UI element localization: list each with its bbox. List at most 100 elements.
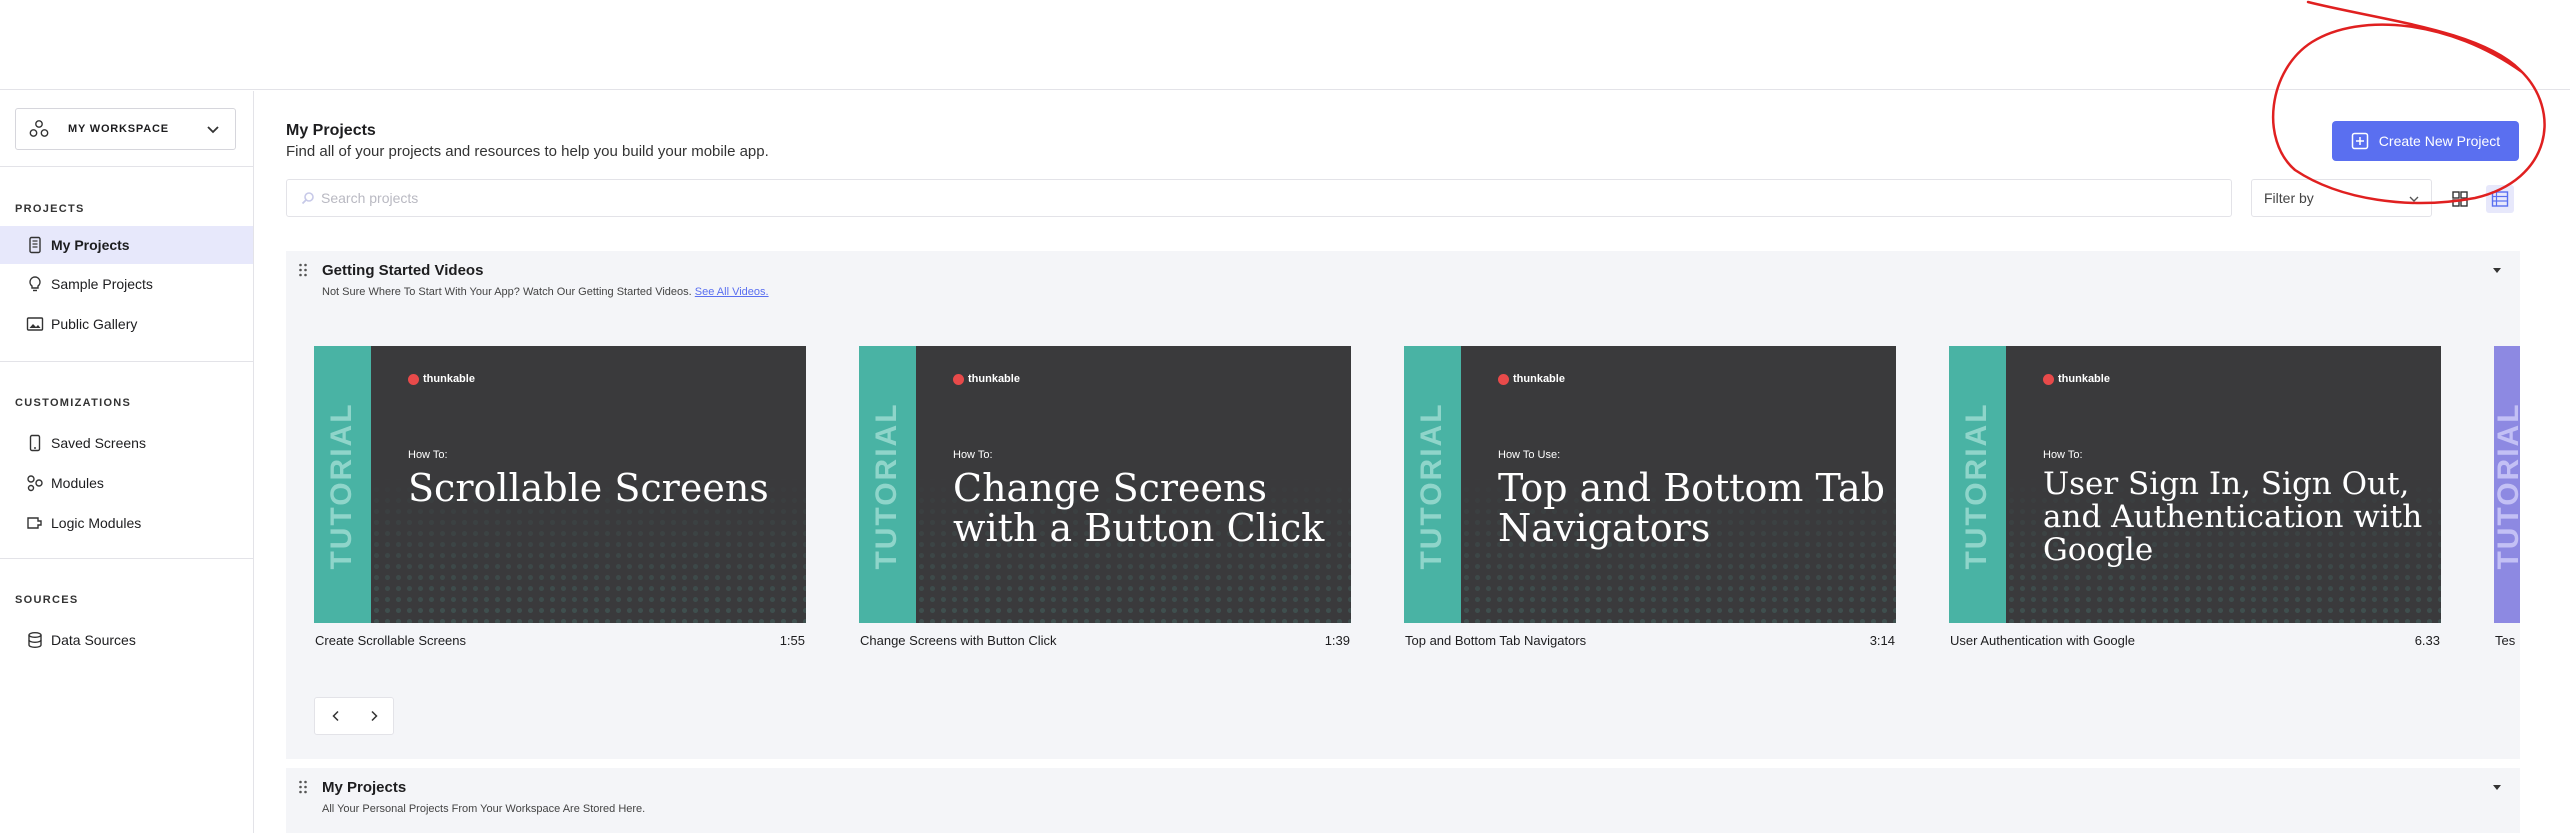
video-duration: 1:39 [1324,633,1350,648]
drag-handle-icon[interactable] [298,263,308,277]
sidebar-divider [0,558,254,559]
sidebar-item-label: Saved Screens [51,435,146,451]
section-subtitle-text: Not Sure Where To Start With Your App? W… [322,286,692,298]
video-thumbnail[interactable]: TUTORIAL [2494,346,2520,623]
video-duration: 3:14 [1869,633,1895,648]
workspace-selector[interactable]: MY WORKSPACE [15,108,236,150]
workspace-label: MY WORKSPACE [68,123,169,135]
video-kicker: How To: [408,449,448,461]
section-title: Getting Started Videos [322,262,484,279]
grid-view-button[interactable] [2446,185,2474,213]
next-button[interactable] [365,707,383,725]
section-subtitle: All Your Personal Projects From Your Wor… [322,803,646,815]
modules-icon [27,475,43,492]
video-card[interactable]: TUTORIAL thunkable How To: Change Screen… [859,346,1351,648]
tutorial-band: TUTORIAL [859,346,916,623]
drag-handle-icon[interactable] [298,780,308,794]
filter-dropdown[interactable]: Filter by [2251,179,2432,217]
video-thumbnail[interactable]: TUTORIAL thunkable How To: Change Screen… [859,346,1351,623]
search-bar[interactable] [286,179,2232,217]
video-thumbnail[interactable]: TUTORIAL thunkable How To: User Sign In,… [1949,346,2441,623]
main-content: My Projects Find all of your projects an… [255,91,2570,833]
top-bar [0,0,2570,90]
video-card[interactable]: TUTORIAL Tes [2494,346,2520,648]
page-title: My Projects [286,122,376,139]
sidebar-item-sample-projects[interactable]: Sample Projects [0,265,253,303]
chevron-down-icon [2409,196,2419,202]
workspace-icon [29,120,49,137]
video-duration: 1:55 [779,633,805,648]
sidebar-item-public-gallery[interactable]: Public Gallery [0,305,253,343]
lightbulb-icon [29,276,41,292]
video-title[interactable]: Top and Bottom Tab Navigators [1405,633,1586,648]
sidebar-item-my-projects[interactable]: My Projects [0,226,253,264]
sidebar-divider [0,166,254,167]
video-title[interactable]: User Authentication with Google [1950,633,2135,648]
page-subtitle: Find all of your projects and resources … [286,143,769,160]
video-card[interactable]: TUTORIAL thunkable How To: User Sign In,… [1949,346,2441,648]
video-kicker: How To: [2043,449,2083,461]
video-headline: Change Screens with a Button Click [953,466,1325,550]
list-view-button[interactable] [2486,185,2514,213]
video-thumbnail[interactable]: TUTORIAL thunkable How To: Scrollable Sc… [314,346,806,623]
sidebar: MY WORKSPACE PROJECTS My Projects Sample… [0,91,254,833]
video-title[interactable]: Change Screens with Button Click [860,633,1057,648]
video-headline: Top and Bottom Tab Navigators [1498,466,1885,550]
video-headline: Scrollable Screens [408,466,769,510]
create-button-label: Create New Project [2378,133,2501,149]
getting-started-section: Getting Started Videos Not Sure Where To… [286,251,2520,759]
add-square-icon [2351,132,2369,150]
sidebar-item-label: Data Sources [51,632,136,648]
logic-block-icon [27,517,42,529]
database-icon [28,632,42,648]
sidebar-item-label: My Projects [51,237,130,253]
see-all-videos-link[interactable]: See All Videos. [695,286,769,298]
mobile-icon [29,434,41,452]
video-card[interactable]: TUTORIAL thunkable How To: Scrollable Sc… [314,346,806,648]
gallery-icon [26,317,44,331]
sidebar-item-data-sources[interactable]: Data Sources [0,621,253,659]
previous-button[interactable] [327,707,345,725]
my-projects-section: My Projects All Your Personal Projects F… [286,768,2520,833]
section-title: My Projects [322,779,407,796]
list-icon [2491,191,2509,207]
video-carousel: TUTORIAL thunkable How To: Scrollable Sc… [314,346,2520,666]
sidebar-item-label: Sample Projects [51,276,153,292]
carousel-pager [314,697,394,735]
tutorial-band: TUTORIAL [1404,346,1461,623]
sidebar-item-label: Modules [51,475,104,491]
sidebar-item-label: Logic Modules [51,515,142,531]
create-new-project-button[interactable]: Create New Project [2332,121,2519,161]
thunkable-logo: thunkable [408,373,475,385]
sidebar-item-modules[interactable]: Modules [0,464,253,502]
section-heading-customizations: CUSTOMIZATIONS [15,397,132,409]
video-kicker: How To: [953,449,993,461]
video-title[interactable]: Create Scrollable Screens [315,633,466,648]
tutorial-band: TUTORIAL [1949,346,2006,623]
section-heading-projects: PROJECTS [15,203,85,215]
thunkable-logo: thunkable [2043,373,2110,385]
grid-icon [2452,191,2468,207]
phone-icon [29,236,41,254]
tutorial-band: TUTORIAL [2494,346,2520,623]
video-kicker: How To Use: [1498,449,1561,461]
filter-label: Filter by [2264,190,2314,206]
sidebar-item-logic-modules[interactable]: Logic Modules [0,504,253,542]
video-thumbnail[interactable]: TUTORIAL thunkable How To Use: Top and B… [1404,346,1896,623]
sidebar-item-label: Public Gallery [51,316,138,332]
section-subtitle: Not Sure Where To Start With Your App? W… [322,286,769,298]
video-title[interactable]: Tes [2495,633,2515,648]
search-input[interactable] [321,190,2121,206]
thunkable-logo: thunkable [953,373,1020,385]
tutorial-band: TUTORIAL [314,346,371,623]
video-headline: User Sign In, Sign Out, and Authenticati… [2043,466,2423,568]
chevron-down-icon [207,126,219,134]
section-heading-sources: SOURCES [15,594,79,606]
video-card[interactable]: TUTORIAL thunkable How To Use: Top and B… [1404,346,1896,648]
collapse-caret-icon[interactable] [2492,267,2502,275]
thunkable-logo: thunkable [1498,373,1565,385]
search-icon [301,192,314,205]
collapse-caret-icon[interactable] [2492,784,2502,792]
sidebar-item-saved-screens[interactable]: Saved Screens [0,424,253,462]
chevron-right-icon [371,710,378,722]
